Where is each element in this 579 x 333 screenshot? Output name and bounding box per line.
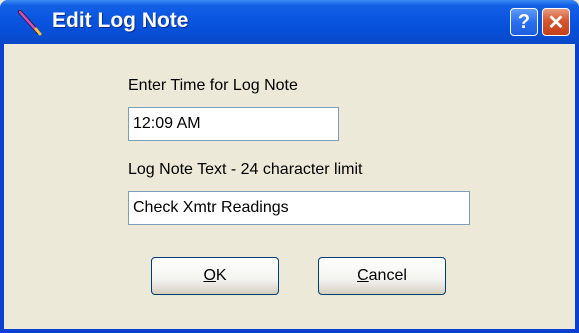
- ok-label-rest: K: [215, 267, 227, 284]
- ok-button[interactable]: OK: [151, 257, 279, 295]
- dialog-title: Edit Log Note: [52, 9, 189, 32]
- pencil-icon: [18, 10, 42, 36]
- dialog-body: Enter Time for Log Note Log Note Text - …: [4, 44, 575, 329]
- help-icon: ?: [517, 10, 531, 33]
- edit-log-note-dialog: Edit Log Note ? ✕ Enter Time for Log Not…: [0, 0, 579, 333]
- title-bar[interactable]: Edit Log Note ? ✕: [0, 0, 579, 44]
- ok-mnemonic: O: [203, 267, 216, 284]
- cancel-button[interactable]: Cancel: [318, 257, 446, 295]
- close-icon: ✕: [547, 11, 565, 34]
- close-button[interactable]: ✕: [542, 8, 570, 36]
- time-field-label: Enter Time for Log Note: [128, 77, 298, 94]
- help-button[interactable]: ?: [510, 8, 538, 36]
- cancel-mnemonic: C: [357, 267, 369, 284]
- note-text-input[interactable]: [128, 191, 470, 225]
- note-field-label: Log Note Text - 24 character limit: [128, 161, 363, 178]
- cancel-label-rest: ancel: [368, 267, 407, 284]
- time-input[interactable]: [128, 107, 339, 141]
